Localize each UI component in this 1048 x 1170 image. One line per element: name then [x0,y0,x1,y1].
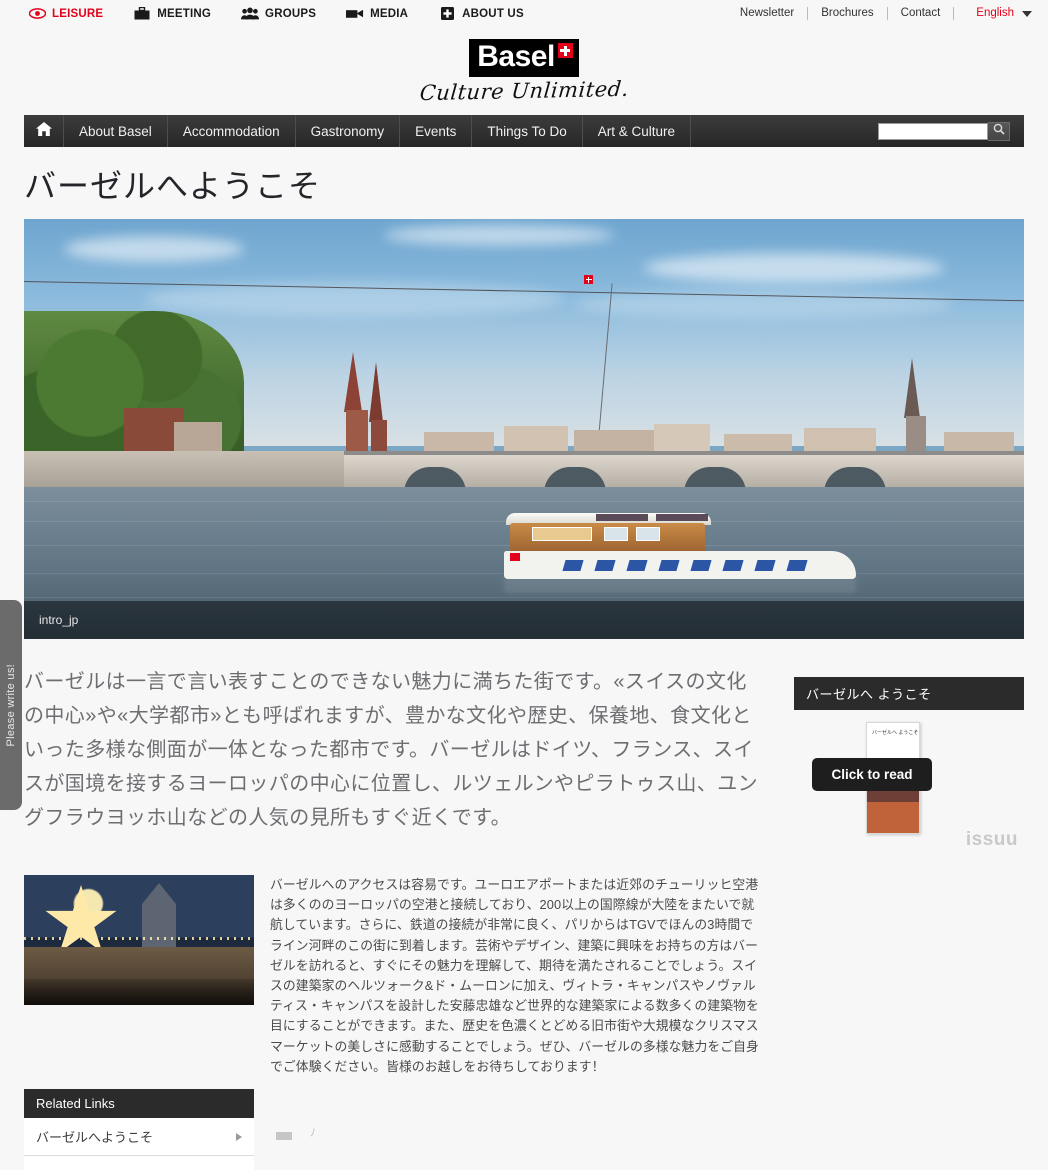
nav-home-button[interactable] [24,115,64,147]
logo-text: Basel [477,40,555,73]
hero-caption-text: intro_jp [39,613,79,627]
christmas-market-photo [24,875,254,1005]
nav-item-events[interactable]: Events [400,115,473,147]
swiss-flag-icon [584,275,593,284]
topnav-item-groups[interactable]: GROUPS [241,7,334,21]
nav-item-things-to-do[interactable]: Things To Do [472,115,583,147]
people-icon [241,7,260,21]
eye-icon [28,7,46,21]
topnav-item-media[interactable]: MEDIA [346,7,426,21]
body-paragraph: バーゼルへのアクセスは容易です。ユーロエアポートまたは近郊のチューリッヒ空港は多… [270,877,759,1074]
swiss-cross-icon [557,43,573,58]
feedback-tab[interactable]: Please write us! [0,600,22,810]
related-link-item[interactable]: バーゼルへようこそ [24,1118,254,1157]
topnav-label: MEETING [157,7,212,20]
site-logo[interactable]: Basel Culture Unlimited. [0,27,1048,115]
topnav-item-about-us[interactable]: ABOUT US [438,7,542,21]
nav-item-art-culture[interactable]: Art & Culture [583,115,691,147]
topnav-label: GROUPS [265,7,317,20]
top-segment-nav: LEISURE MEETING GROUPS MEDIA ABOUT US [28,7,554,21]
click-to-read-button[interactable]: Click to read [812,758,932,791]
link-contact[interactable]: Contact [888,7,955,20]
related-links-filler [24,1156,254,1170]
link-brochures[interactable]: Brochures [808,7,888,20]
hero-river-boat [504,511,856,593]
clipped-icon-box [276,1132,292,1140]
topnav-item-leisure[interactable]: LEISURE [28,7,121,21]
intro-lead-paragraph: バーゼルは一言で言い表すことのできない魅力に満ちた街です。«スイスの文化の中心»… [24,671,758,829]
string-lights [24,937,254,940]
related-links-panel: Related Links バーゼルへようこそ [24,1089,254,1170]
search-icon [993,122,1005,140]
hero-image: intro_jp [24,219,1024,639]
link-newsletter[interactable]: Newsletter [727,7,809,20]
nav-item-gastronomy[interactable]: Gastronomy [296,115,401,147]
issuu-widget[interactable]: バーゼルへ ようこそ Click to read issuu [794,722,1024,857]
search-area [878,115,1024,147]
logo-wordmark: Basel [469,39,579,77]
sidebar-brochure-widget: バーゼルへ ようこそ バーゼルへ ようこそ Click to read issu… [794,677,1024,857]
topnav-label: MEDIA [370,7,409,20]
video-camera-icon [346,7,364,21]
church-silhouette [142,883,176,953]
related-link-label: バーゼルへようこそ [36,1130,154,1146]
nav-item-accommodation[interactable]: Accommodation [168,115,296,147]
clipped-text: ﾉ [310,1127,316,1139]
language-selector[interactable]: English [954,7,1020,20]
search-button[interactable] [988,121,1010,141]
brochure-thumbnail-title: バーゼルへ ようこそ [872,730,919,736]
main-content: バーゼルは一言で言い表すことのできない魅力に満ちた街です。«スイスの文化の中心»… [24,665,1024,1170]
feedback-tab-label: Please write us! [5,663,17,747]
hero-caption: intro_jp [24,601,1024,639]
top-utility-bar: LEISURE MEETING GROUPS MEDIA ABOUT US Ne… [0,0,1048,27]
nav-item-about-basel[interactable]: About Basel [64,115,168,147]
page-title: バーゼルへようこそ [24,168,322,204]
top-utility-links: Newsletter Brochures Contact English [727,0,1032,27]
bottom-clipped-elements: ﾉ [276,1124,316,1140]
logo-tagline: Culture Unlimited. [418,76,630,106]
issuu-brand-label: issuu [965,829,1018,850]
chevron-down-icon[interactable] [1022,10,1032,17]
briefcase-icon [133,7,151,21]
topnav-label: LEISURE [52,7,104,20]
main-navigation: About Basel Accommodation Gastronomy Eve… [24,115,1024,147]
search-input[interactable] [878,122,988,140]
lower-content-row: バーゼルへのアクセスは容易です。ユーロエアポートまたは近郊のチューリッヒ空港は多… [24,875,764,1077]
topnav-item-meeting[interactable]: MEETING [133,7,229,21]
plus-box-icon [438,7,456,21]
home-icon [35,121,52,141]
chevron-right-icon [236,1132,242,1141]
market-crowd [24,979,254,1005]
related-links-header: Related Links [24,1089,254,1119]
topnav-label: ABOUT US [462,7,524,20]
sidebar-header: バーゼルへ ようこそ [794,677,1024,710]
